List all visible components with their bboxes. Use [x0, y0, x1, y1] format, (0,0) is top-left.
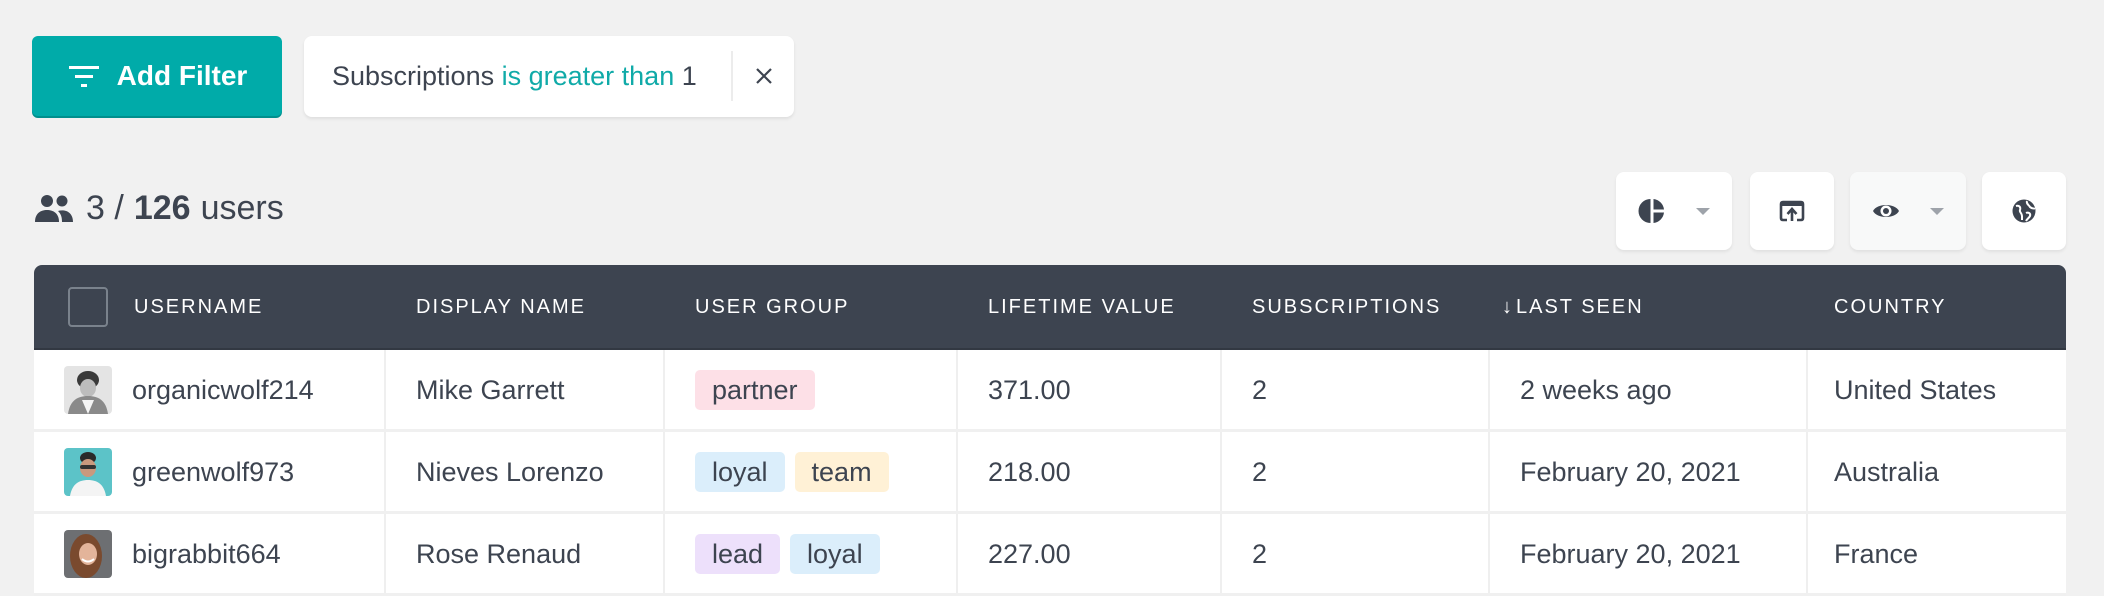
lifetime-value-cell: 218.00 — [988, 456, 1071, 487]
add-filter-label: Add Filter — [116, 60, 248, 91]
user-group-cell: lead loyal — [695, 514, 890, 594]
shown-count: 3 — [86, 188, 105, 227]
count-separator: / — [114, 188, 124, 227]
tag-team[interactable]: team — [794, 452, 889, 492]
user-group-cell: partner — [695, 350, 825, 430]
table-header: USERNAME DISPLAY NAME USER GROUP LIFETIM… — [34, 265, 2066, 350]
username-cell[interactable]: organicwolf214 — [64, 350, 314, 430]
users-icon — [35, 195, 73, 222]
column-header-label: LAST SEEN — [1516, 296, 1644, 318]
username: organicwolf214 — [132, 374, 314, 405]
column-header-user-group[interactable]: USER GROUP — [695, 265, 849, 350]
avatar — [64, 448, 112, 496]
tag-lead[interactable]: lead — [695, 534, 781, 574]
add-filter-button[interactable]: Add Filter — [32, 36, 282, 116]
select-all-checkbox[interactable] — [68, 287, 108, 327]
username: bigrabbit664 — [132, 538, 281, 569]
lifetime-value-cell: 371.00 — [988, 374, 1071, 405]
map-view-button[interactable] — [1982, 172, 2066, 250]
username-cell[interactable]: bigrabbit664 — [64, 514, 281, 594]
display-name-cell: Nieves Lorenzo — [416, 456, 604, 487]
display-name-cell: Rose Renaud — [416, 538, 582, 569]
chip-divider — [731, 51, 733, 101]
avatar — [64, 366, 112, 414]
lifetime-value-cell: 227.00 — [988, 538, 1071, 569]
subscriptions-cell: 2 — [1252, 538, 1268, 569]
column-header-username[interactable]: USERNAME — [134, 265, 263, 350]
display-name-cell: Mike Garrett — [416, 374, 565, 405]
column-header-display-name[interactable]: DISPLAY NAME — [416, 265, 586, 350]
total-count: 126 — [133, 188, 191, 227]
tag-loyal[interactable]: loyal — [790, 534, 880, 574]
filter-list-icon — [68, 66, 99, 87]
username: greenwolf973 — [132, 456, 295, 487]
last-seen-cell: February 20, 2021 — [1520, 456, 1741, 487]
sort-descending-icon: ↓ — [1502, 296, 1512, 318]
close-icon — [756, 68, 772, 84]
avatar — [64, 530, 112, 578]
username-cell[interactable]: greenwolf973 — [64, 432, 294, 512]
last-seen-cell: February 20, 2021 — [1520, 538, 1741, 569]
country-cell: France — [1834, 538, 1919, 569]
table-row[interactable]: organicwolf214 Mike Garrett partner 371.… — [34, 350, 2066, 432]
table-row[interactable]: greenwolf973 Nieves Lorenzo loyal team 2… — [34, 432, 2066, 514]
column-header-country[interactable]: COUNTRY — [1834, 265, 1947, 350]
users-count: 3 /126 users — [34, 186, 284, 230]
remove-filter-button[interactable] — [746, 56, 782, 96]
subscriptions-cell: 2 — [1252, 456, 1268, 487]
export-icon — [1779, 200, 1805, 222]
last-seen-cell: 2 weeks ago — [1520, 374, 1672, 405]
globe-icon — [2012, 199, 2036, 223]
country-cell: Australia — [1834, 456, 1940, 487]
column-header-lifetime-value[interactable]: LIFETIME VALUE — [988, 265, 1176, 350]
segments-button[interactable] — [1616, 172, 1732, 250]
tag-partner[interactable]: partner — [695, 370, 815, 410]
filter-value: 1 — [681, 61, 697, 91]
users-table: USERNAME DISPLAY NAME USER GROUP LIFETIM… — [34, 265, 2066, 596]
eye-icon — [1873, 205, 1899, 217]
chevron-down-icon — [1696, 207, 1710, 215]
columns-visibility-button[interactable] — [1850, 172, 1966, 250]
user-group-cell: loyal team — [695, 432, 899, 512]
export-button[interactable] — [1750, 172, 1834, 250]
active-filter-chip[interactable]: Subscriptions is greater than 1 — [304, 36, 794, 117]
table-row[interactable]: bigrabbit664 Rose Renaud lead loyal 227.… — [34, 514, 2066, 596]
tag-loyal[interactable]: loyal — [695, 452, 785, 492]
column-header-subscriptions[interactable]: SUBSCRIPTIONS — [1252, 265, 1441, 350]
column-header-last-seen[interactable]: ↓ LAST SEEN — [1502, 265, 1644, 350]
subscriptions-cell: 2 — [1252, 374, 1268, 405]
chevron-down-icon — [1930, 207, 1944, 215]
pie-chart-icon — [1638, 199, 1664, 223]
count-unit: users — [200, 188, 284, 227]
country-cell: United States — [1834, 374, 1997, 405]
filter-field: Subscriptions — [332, 61, 495, 91]
filter-operator: is greater than — [501, 61, 675, 91]
